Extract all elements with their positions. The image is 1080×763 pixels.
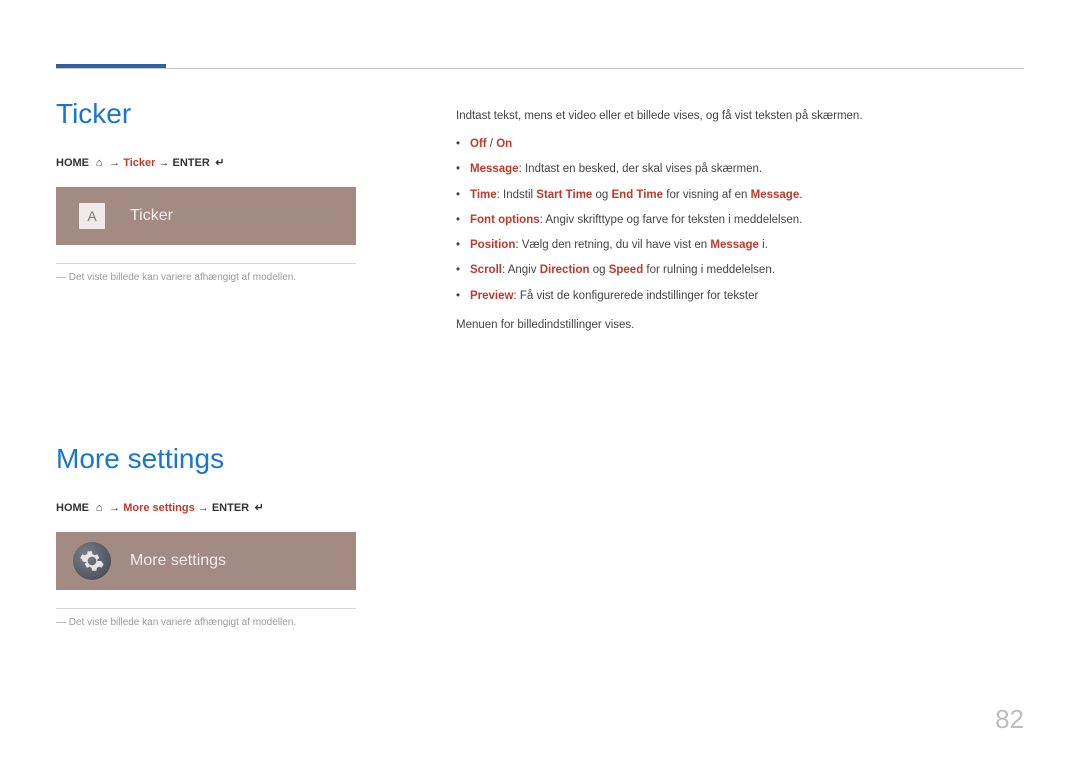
bullet-text: og <box>592 189 611 201</box>
enter-icon: ↵ <box>252 501 266 514</box>
arrow-icon: → <box>198 502 209 514</box>
more-footnote: ― Det viste billede kan variere afhængig… <box>56 617 396 628</box>
nav-enter-label: ENTER <box>173 157 210 169</box>
bullet-item: Font options: Angiv skrifttype og farve … <box>456 212 1024 229</box>
highlight-term: Preview <box>470 290 513 302</box>
nav-item-ticker: Ticker <box>123 157 155 169</box>
arrow-icon: → <box>109 157 120 169</box>
nav-home-label: HOME <box>56 157 89 169</box>
nav-enter-label: ENTER <box>212 502 249 514</box>
bullet-item: Time: Indstil Start Time og End Time for… <box>456 187 1024 204</box>
ticker-tile: A Ticker <box>56 187 356 245</box>
nav-item-more-settings: More settings <box>123 502 195 514</box>
divider <box>56 608 356 609</box>
arrow-icon: → <box>109 502 120 514</box>
bullet-text: : Indtast en besked, der skal vises på s… <box>519 163 763 175</box>
footnote-text: Det viste billede kan variere afhængigt … <box>69 617 296 628</box>
highlight-term: Message <box>710 239 759 251</box>
bullet-text: : Angiv <box>502 264 540 276</box>
highlight-term: Message <box>470 163 519 175</box>
ticker-tile-label: Ticker <box>130 207 173 225</box>
highlight-term: Speed <box>609 264 644 276</box>
more-settings-tile: More settings <box>56 532 356 590</box>
home-icon: ⌂ <box>92 157 106 169</box>
enter-icon: ↵ <box>213 156 227 169</box>
more-intro: Menuen for billedindstillinger vises. <box>456 319 1024 331</box>
header-rule <box>56 68 1024 69</box>
ticker-tile-icon: A <box>68 196 116 236</box>
ticker-heading: Ticker <box>56 98 396 130</box>
bullet-text: : Vælg den retning, du vil have vist en <box>515 239 710 251</box>
bullet-item: Scroll: Angiv Direction og Speed for rul… <box>456 262 1024 279</box>
bullet-text: : Angiv skrifttype og farve for teksten … <box>540 214 803 226</box>
more-left-column: More settings HOME ⌂ → More settings → E… <box>56 313 396 628</box>
more-settings-tile-icon <box>68 541 116 581</box>
bullet-text: : Få vist de konfigurerede indstillinger… <box>513 290 758 302</box>
footnote-text: Det viste billede kan variere afhængigt … <box>69 272 296 283</box>
bullet-text: . <box>799 189 802 201</box>
bullet-text: og <box>590 264 609 276</box>
arrow-icon: → <box>158 157 169 169</box>
highlight-term: Scroll <box>470 264 502 276</box>
ticker-bullet-list: Off / OnMessage: Indtast en besked, der … <box>456 136 1024 305</box>
highlight-term: Font options <box>470 214 540 226</box>
highlight-term: Off <box>470 138 487 150</box>
more-settings-tile-label: More settings <box>130 552 226 570</box>
footnote-prefix: ― <box>56 272 66 283</box>
more-nav-path: HOME ⌂ → More settings → ENTER ↵ <box>56 501 396 514</box>
highlight-term: Position <box>470 239 515 251</box>
ticker-nav-path: HOME ⌂ → Ticker → ENTER ↵ <box>56 156 396 169</box>
bullet-text: i. <box>759 239 768 251</box>
bullet-text: / <box>487 138 497 150</box>
ticker-intro: Indtast tekst, mens et video eller et bi… <box>456 110 1024 122</box>
bullet-text: : Indstil <box>497 189 537 201</box>
ticker-footnote: ― Det viste billede kan variere afhængig… <box>56 272 396 283</box>
bullet-item: Message: Indtast en besked, der skal vis… <box>456 161 1024 178</box>
highlight-term: Message <box>751 189 800 201</box>
bullet-item: Preview: Få vist de konfigurerede indsti… <box>456 288 1024 305</box>
highlight-term: End Time <box>612 189 664 201</box>
gear-icon <box>73 542 111 580</box>
ticker-left-column: Ticker HOME ⌂ → Ticker → ENTER ↵ A Ticke… <box>56 48 396 283</box>
divider <box>56 263 356 264</box>
page-number: 82 <box>995 704 1024 735</box>
bullet-text: for rulning i meddelelsen. <box>643 264 775 276</box>
more-right-column: Menuen for billedindstillinger vises. <box>456 313 1024 331</box>
ticker-tile-letter: A <box>79 203 105 229</box>
more-heading: More settings <box>56 443 396 475</box>
highlight-term: Time <box>470 189 497 201</box>
bullet-item: Off / On <box>456 136 1024 153</box>
footnote-prefix: ― <box>56 617 66 628</box>
bullet-text: for visning af en <box>663 189 751 201</box>
home-icon: ⌂ <box>92 502 106 514</box>
highlight-term: Direction <box>540 264 590 276</box>
highlight-term: Start Time <box>536 189 592 201</box>
ticker-right-column: Indtast tekst, mens et video eller et bi… <box>456 48 1024 305</box>
highlight-term: On <box>496 138 512 150</box>
nav-home-label: HOME <box>56 502 89 514</box>
bullet-item: Position: Vælg den retning, du vil have … <box>456 237 1024 254</box>
